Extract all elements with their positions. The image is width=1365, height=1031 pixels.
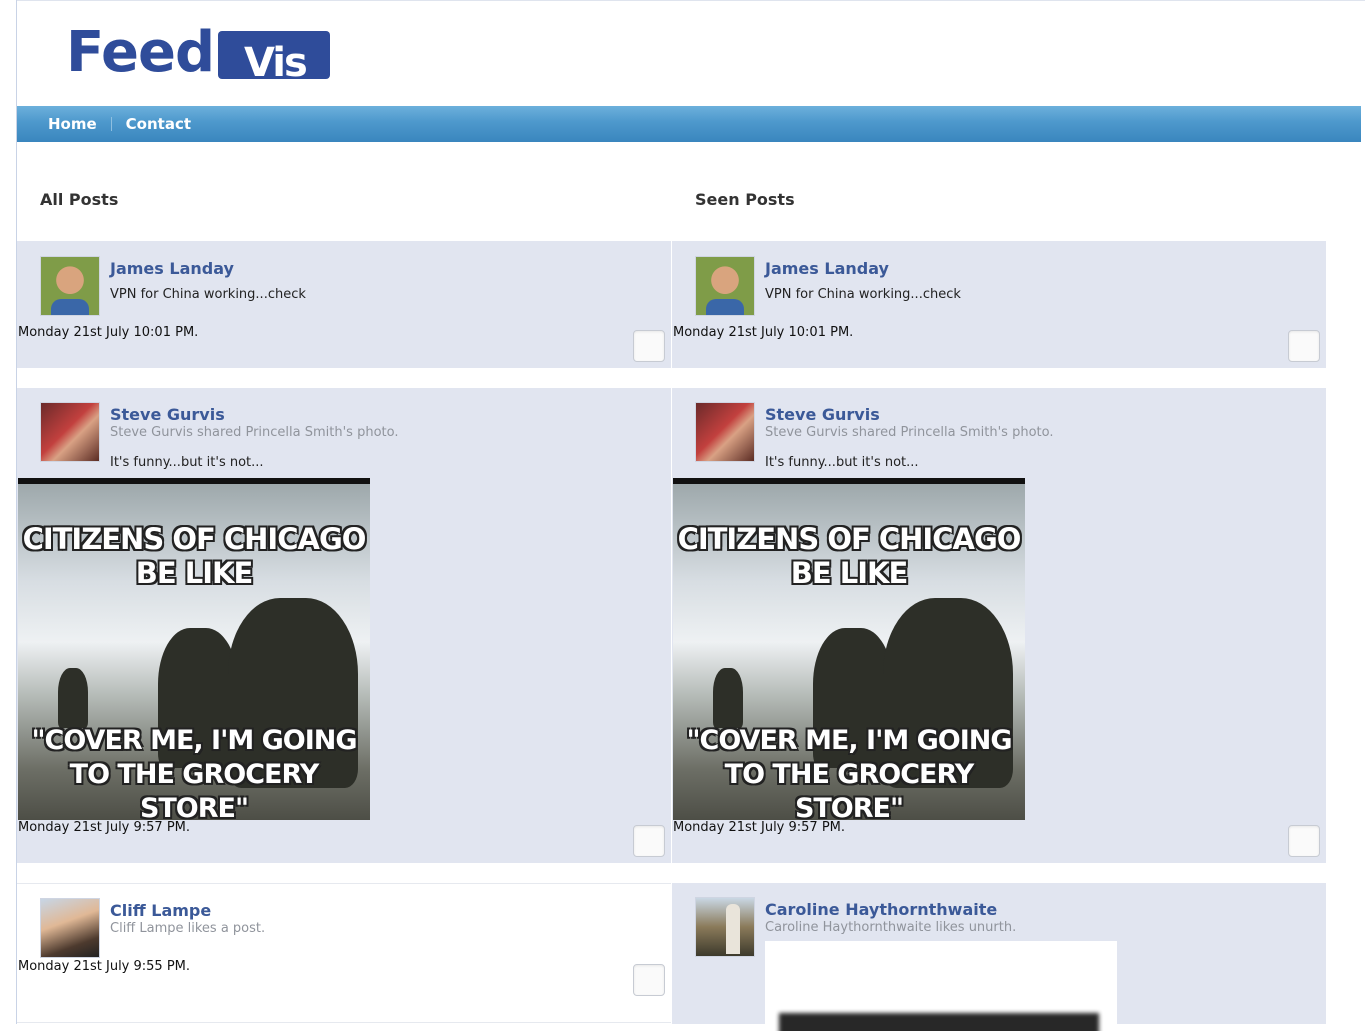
nav-home-link[interactable]: Home bbox=[48, 115, 97, 133]
post-photo[interactable]: CITIZENS OF CHICAGO BE LIKE "COVER ME, I… bbox=[673, 478, 1025, 820]
logo-feed-text: Feed bbox=[66, 20, 215, 85]
post-timestamp: Monday 21st July 10:01 PM. bbox=[673, 325, 854, 340]
post-card-seen-steve: Steve Gurvis Steve Gurvis shared Princel… bbox=[672, 388, 1326, 863]
avatar[interactable] bbox=[695, 402, 755, 462]
post-subtitle: Steve Gurvis shared Princella Smith's ph… bbox=[110, 425, 399, 440]
photo-top-bar bbox=[673, 478, 1025, 484]
avatar[interactable] bbox=[40, 898, 100, 958]
post-timestamp: Monday 21st July 9:55 PM. bbox=[18, 959, 191, 974]
post-subtitle: Caroline Haythornthwaite likes unurth. bbox=[765, 920, 1017, 935]
all-posts-heading: All Posts bbox=[40, 190, 119, 209]
seen-checkbox[interactable] bbox=[1288, 825, 1320, 857]
post-timestamp: Monday 21st July 9:57 PM. bbox=[18, 820, 191, 835]
post-card-all-cliff: Cliff Lampe Cliff Lampe likes a post. Mo… bbox=[17, 883, 671, 1023]
photo-blurred-text bbox=[779, 1013, 1099, 1031]
nav-separator bbox=[110, 117, 112, 131]
photo-caption-bottom: "COVER ME, I'M GOING TO THE GROCERY STOR… bbox=[31, 725, 357, 820]
avatar-shirt bbox=[706, 299, 744, 315]
post-card-all-james: James Landay VPN for China working...che… bbox=[17, 241, 671, 368]
post-text: VPN for China working...check bbox=[765, 287, 961, 302]
avatar-shirt bbox=[51, 299, 89, 315]
photo-caption-top: CITIZENS OF CHICAGO BE LIKE bbox=[677, 522, 1022, 590]
post-card-all-steve: Steve Gurvis Steve Gurvis shared Princel… bbox=[17, 388, 671, 863]
post-author[interactable]: Cliff Lampe bbox=[110, 901, 211, 920]
post-text: It's funny...but it's not... bbox=[765, 455, 919, 470]
post-subtitle: Steve Gurvis shared Princella Smith's ph… bbox=[765, 425, 1054, 440]
soldier-figure bbox=[58, 668, 88, 728]
post-timestamp: Monday 21st July 9:57 PM. bbox=[673, 820, 846, 835]
photo-top-bar bbox=[18, 478, 370, 484]
post-text: It's funny...but it's not... bbox=[110, 455, 264, 470]
post-card-seen-caroline: Caroline Haythornthwaite Caroline Haytho… bbox=[672, 883, 1326, 1031]
post-photo[interactable] bbox=[765, 941, 1117, 1031]
logo-vis-badge: Vis bbox=[218, 31, 331, 79]
avatar[interactable] bbox=[40, 402, 100, 462]
avatar[interactable] bbox=[695, 256, 755, 316]
post-subtitle: Cliff Lampe likes a post. bbox=[110, 921, 266, 936]
post-author[interactable]: Caroline Haythornthwaite bbox=[765, 900, 997, 919]
post-author[interactable]: James Landay bbox=[765, 259, 889, 278]
post-card-seen-james: James Landay VPN for China working...che… bbox=[672, 241, 1326, 368]
post-photo[interactable]: CITIZENS OF CHICAGO BE LIKE "COVER ME, I… bbox=[18, 478, 370, 820]
top-border bbox=[16, 0, 1365, 1]
avatar[interactable] bbox=[40, 256, 100, 316]
logo-vis-text: Vis bbox=[244, 40, 308, 79]
avatar[interactable] bbox=[695, 897, 755, 957]
photo-caption-bottom: "COVER ME, I'M GOING TO THE GROCERY STOR… bbox=[686, 725, 1012, 820]
nav-bar: Home Contact bbox=[17, 106, 1361, 142]
photo-caption-top: CITIZENS OF CHICAGO BE LIKE bbox=[22, 522, 367, 590]
seen-checkbox[interactable] bbox=[633, 964, 665, 996]
feedvis-logo[interactable]: Feed Vis bbox=[66, 20, 331, 85]
post-author[interactable]: Steve Gurvis bbox=[110, 405, 225, 424]
seen-checkbox[interactable] bbox=[633, 825, 665, 857]
soldier-figure bbox=[713, 668, 743, 728]
nav-contact-link[interactable]: Contact bbox=[126, 115, 191, 133]
post-timestamp: Monday 21st July 10:01 PM. bbox=[18, 325, 199, 340]
post-author[interactable]: James Landay bbox=[110, 259, 234, 278]
seen-posts-heading: Seen Posts bbox=[695, 190, 795, 209]
seen-checkbox[interactable] bbox=[633, 330, 665, 362]
post-author[interactable]: Steve Gurvis bbox=[765, 405, 880, 424]
post-text: VPN for China working...check bbox=[110, 287, 306, 302]
avatar-figure bbox=[726, 904, 740, 954]
seen-checkbox[interactable] bbox=[1288, 330, 1320, 362]
